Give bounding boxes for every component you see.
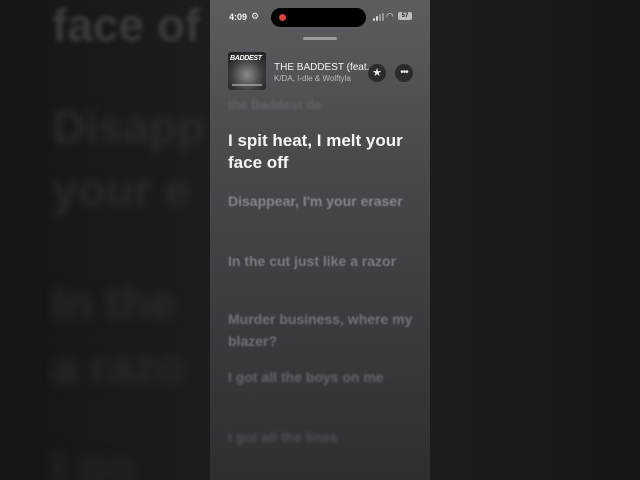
- album-art-subline: [232, 84, 262, 86]
- sheet-grabber[interactable]: [303, 37, 337, 40]
- background-lyric: a razo: [52, 341, 185, 393]
- star-icon: ★: [372, 67, 382, 79]
- lyric-line[interactable]: Murder business, where my blazer?: [228, 308, 418, 352]
- status-bar: 4:09 ⚙ ◠ 57: [210, 0, 430, 34]
- album-art[interactable]: BADDEST: [228, 52, 266, 90]
- background-lyric: your e: [52, 164, 191, 216]
- favorite-button[interactable]: ★: [368, 64, 386, 82]
- status-time: 4:09: [229, 12, 248, 22]
- dynamic-island[interactable]: [271, 8, 366, 27]
- lyric-line[interactable]: Disappear, I'm your eraser: [228, 190, 418, 212]
- album-art-text: BADDEST: [230, 55, 262, 62]
- more-options-button[interactable]: •••: [395, 64, 413, 82]
- lyric-line-previous[interactable]: the Baddest da: [228, 96, 418, 114]
- lyric-line-active[interactable]: I spit heat, I melt your face off: [228, 130, 418, 174]
- now-playing-header[interactable]: BADDEST THE BADDEST (feat. K/DA, I-dle &…: [228, 52, 418, 92]
- gear-icon: ⚙: [251, 11, 260, 21]
- song-artist: K/DA, I-dle & Wolftyla: [274, 74, 351, 83]
- lyric-line[interactable]: I got all the lines: [228, 426, 418, 448]
- background-lyric: I go: [52, 441, 134, 480]
- phone-screen: 4:09 ⚙ ◠ 57 BADDEST THE BADDEST (feat. K…: [210, 0, 430, 480]
- record-dot-icon: [279, 14, 286, 21]
- background-lyric: Disapp: [52, 101, 206, 153]
- background-lyric: In the: [52, 277, 175, 329]
- background-lyric: face of: [52, 0, 201, 51]
- signal-icon: [373, 13, 385, 21]
- battery-icon: 57: [398, 12, 412, 20]
- song-title: THE BADDEST (feat.: [274, 62, 370, 73]
- more-icon: •••: [400, 67, 408, 78]
- lyric-line[interactable]: In the cut just like a razor: [228, 250, 418, 272]
- lyric-line[interactable]: I got all the boys on me: [228, 366, 418, 388]
- wifi-icon: ◠: [386, 11, 394, 21]
